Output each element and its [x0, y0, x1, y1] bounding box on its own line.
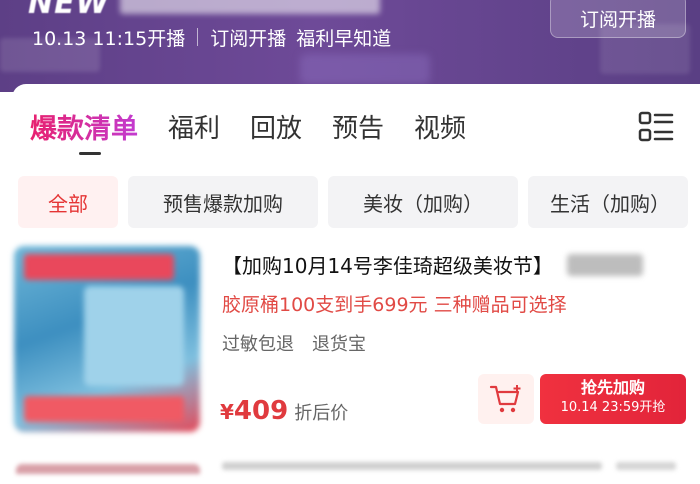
live-start-time: 10.13 11:15开播	[32, 27, 186, 50]
tag-allergy-refund: 过敏包退	[222, 334, 294, 355]
chip-life[interactable]: 生活（加购）	[528, 176, 688, 228]
tab-video[interactable]: 视频	[414, 108, 466, 145]
tab-welfare[interactable]: 福利	[168, 108, 220, 145]
tab-bar: 爆款清单 福利 回放 预告 视频	[30, 106, 496, 146]
cart-add-icon	[489, 385, 521, 413]
tab-preview[interactable]: 预告	[332, 108, 384, 145]
buy-button-label: 抢先加购	[580, 378, 645, 397]
meta-subscribe-text: 订阅开播	[210, 27, 287, 50]
live-title-blurred-text	[119, 0, 380, 14]
live-title-new-badge: NEW	[28, 0, 110, 21]
category-chips: 全部 预售爆款加购 美妆（加购） 生活（加购）	[18, 176, 688, 228]
subscribe-live-button[interactable]: 订阅开播	[550, 0, 686, 38]
product-description: 胶原桶100支到手699元 三种赠品可选择	[222, 294, 567, 316]
active-tab-indicator	[79, 152, 101, 155]
product-title-blurred	[566, 253, 643, 276]
chip-presale-hot[interactable]: 预售爆款加购	[128, 176, 318, 228]
header-decor-mid	[300, 54, 430, 84]
product-thumbnail[interactable]	[14, 246, 200, 432]
presale-buy-button[interactable]: 抢先加购 10.14 23:59开抢	[540, 374, 686, 424]
chip-all[interactable]: 全部	[18, 176, 118, 228]
buy-button-time: 10.14 23:59开抢	[560, 400, 666, 415]
product-title[interactable]: 【加购10月14号李佳琦超级美妆节】	[222, 250, 643, 279]
price-value: 409	[233, 396, 289, 426]
product-tags: 过敏包退 退货宝	[222, 330, 366, 356]
meta-separator	[197, 28, 199, 46]
tab-replay[interactable]: 回放	[250, 108, 302, 145]
add-to-cart-button[interactable]	[478, 374, 534, 424]
product-list-card: 爆款清单 福利 回放 预告 视频 全部 预售爆款加购 美妆（加购） 生活（加购）…	[12, 84, 700, 484]
meta-welfare-text: 福利早知道	[296, 27, 392, 50]
tab-hot-list[interactable]: 爆款清单	[30, 107, 138, 146]
live-title: NEW	[28, 0, 408, 21]
product-title-text: 【加购10月14号李佳琦超级美妆节】	[222, 254, 553, 278]
product-price: ¥ 409 折后价	[220, 396, 348, 426]
list-grid-icon[interactable]	[638, 110, 674, 144]
live-meta: 10.13 11:15开播 订阅开播 福利早知道	[32, 24, 391, 50]
price-currency: ¥	[220, 400, 234, 424]
chip-beauty[interactable]: 美妆（加购）	[328, 176, 518, 228]
next-product-row-peek	[16, 462, 686, 474]
price-label: 折后价	[294, 403, 349, 424]
live-header-banner: NEW 10.13 11:15开播 订阅开播 福利早知道 订阅开播	[0, 0, 700, 92]
tag-return-insurance: 退货宝	[312, 334, 366, 355]
